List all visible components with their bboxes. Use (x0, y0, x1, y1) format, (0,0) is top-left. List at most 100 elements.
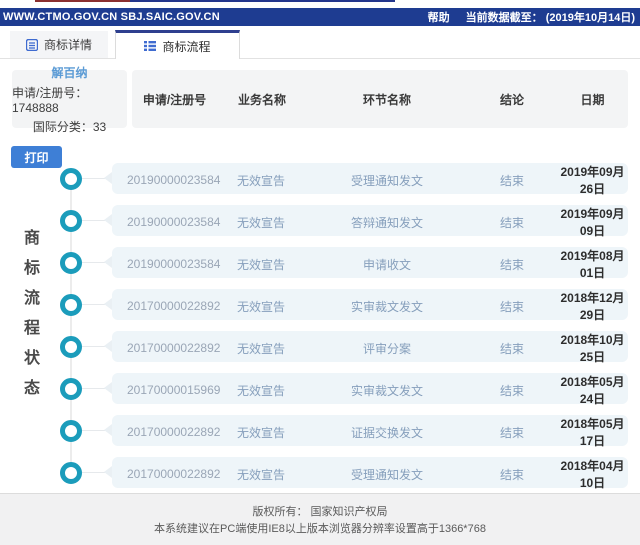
help-link[interactable]: 帮助 (428, 9, 450, 25)
timeline-node-link (82, 220, 106, 221)
timeline-node-circle[interactable] (60, 294, 82, 316)
footer-copyright: 版权所有： 国家知识产权局 (252, 506, 388, 518)
timeline-node-link (82, 388, 106, 389)
row-step: 申请收文 (362, 257, 411, 272)
row-tail-arrow (104, 424, 112, 436)
row-date: 2019年09月26日 (560, 165, 625, 196)
side-title-char: 流 (23, 290, 40, 307)
process-row[interactable]: 20170000022892 无效宣告 实审裁文发文 结束 2018年12月29日 (104, 289, 628, 322)
row-conclusion: 结束 (499, 341, 524, 356)
row-tail-arrow (104, 340, 112, 352)
timeline-node-link (82, 304, 106, 305)
row-business: 无效宣告 (236, 299, 285, 314)
timeline-node-circle[interactable] (60, 252, 82, 274)
row-business: 无效宣告 (236, 383, 285, 398)
timeline-node-circle[interactable] (60, 210, 82, 232)
row-tail-arrow (104, 298, 112, 310)
timeline-node-circle[interactable] (60, 420, 82, 442)
footer: 版权所有： 国家知识产权局 本系统建议在PC端使用IE8以上版本浏览器分辨率设置… (0, 493, 640, 545)
timeline-node-circle[interactable] (60, 168, 82, 190)
row-conclusion: 结束 (499, 257, 524, 272)
tab-label: 商标流程 (162, 39, 211, 54)
trademark-name: 解百纳 (51, 65, 88, 80)
row-date: 2019年09月09日 (560, 207, 625, 238)
process-row[interactable]: 20170000022892 无效宣告 受理通知发文 结束 2018年04月10日 (104, 457, 628, 490)
tab-trademark-details[interactable]: 商标详情 (10, 31, 108, 58)
side-title-process-status: 商标流程状态 (22, 224, 42, 404)
timeline-node-link (82, 472, 106, 473)
data-cutoff-date: 当前数据截至： (2019年10月14日) (465, 12, 635, 24)
row-conclusion: 结束 (499, 299, 524, 314)
list-bullets-icon (144, 41, 157, 51)
top-edge-artifact-blue (130, 0, 395, 2)
row-conclusion: 结束 (499, 383, 524, 398)
row-app-no: 20170000022892 (127, 299, 221, 313)
process-row[interactable]: 20190000023584 无效宣告 答辩通知发文 结束 2019年09月09日 (104, 205, 628, 238)
row-conclusion: 结束 (499, 215, 524, 230)
process-row[interactable]: 20190000023584 无效宣告 受理通知发文 结束 2019年09月26日 (104, 163, 628, 196)
process-row[interactable]: 20190000023584 无效宣告 申请收文 结束 2019年08月01日 (104, 247, 628, 280)
print-button[interactable]: 打印 (11, 146, 62, 168)
col-header-business: 业务名称 (237, 92, 286, 107)
timeline-node-circle[interactable] (60, 462, 82, 484)
row-business: 无效宣告 (236, 425, 285, 440)
document-list-icon (25, 38, 38, 51)
row-tail-arrow (104, 172, 112, 184)
row-business: 无效宣告 (236, 173, 285, 188)
top-bar: WWW.CTMO.GOV.CN SBJ.SAIC.GOV.CN 帮助 当前数据截… (0, 8, 640, 26)
side-title-char: 状 (23, 350, 40, 367)
row-step: 实审裁文发文 (350, 299, 423, 314)
site-urls: WWW.CTMO.GOV.CN SBJ.SAIC.GOV.CN (3, 11, 220, 23)
row-tail-arrow (104, 466, 112, 478)
row-app-no: 20190000023584 (127, 215, 221, 229)
row-app-no: 20170000022892 (127, 467, 221, 481)
row-step: 答辩通知发文 (350, 215, 423, 230)
timeline-node-circle[interactable] (60, 336, 82, 358)
row-app-no: 20170000015969 (127, 383, 221, 397)
top-edge-artifact-red (35, 0, 130, 2)
row-business: 无效宣告 (236, 341, 285, 356)
row-app-no: 20170000022892 (127, 425, 221, 439)
process-row[interactable]: 20170000022892 无效宣告 评审分案 结束 2018年10月25日 (104, 331, 628, 364)
row-business: 无效宣告 (236, 467, 285, 482)
timeline-node-circle[interactable] (60, 378, 82, 400)
tab-label: 商标详情 (43, 38, 92, 52)
col-header-date: 日期 (580, 92, 605, 107)
timeline-node-link (82, 262, 106, 263)
side-title-char: 程 (23, 320, 40, 337)
row-date: 2019年08月01日 (560, 249, 625, 280)
process-row[interactable]: 20170000022892 无效宣告 证据交换发文 结束 2018年05月17日 (104, 415, 628, 448)
row-tail-arrow (104, 214, 112, 226)
side-title-char: 态 (23, 380, 40, 397)
timeline-node-link (82, 346, 106, 347)
row-tail-arrow (104, 256, 112, 268)
row-step: 受理通知发文 (350, 467, 423, 482)
row-app-no: 20190000023584 (127, 173, 221, 187)
row-date: 2018年10月25日 (560, 333, 625, 364)
row-business: 无效宣告 (236, 257, 285, 272)
row-date: 2018年05月24日 (560, 375, 625, 406)
col-header-conclusion: 结论 (499, 92, 524, 107)
timeline-node-link (82, 178, 106, 179)
side-title-char: 标 (23, 260, 40, 277)
col-header-app-no: 申请/注册号 (142, 92, 207, 107)
footer-browser-note: 本系统建议在PC端使用IE8以上版本浏览器分辨率设置高于1366*768 (154, 523, 486, 535)
timeline-node-link (82, 430, 106, 431)
tab-trademark-process[interactable]: 商标流程 (115, 30, 240, 59)
row-step: 受理通知发文 (350, 173, 423, 188)
row-tail-arrow (104, 382, 112, 394)
process-row[interactable]: 20170000015969 无效宣告 实审裁文发文 结束 2018年05月24日 (104, 373, 628, 406)
process-table-header: 申请/注册号 业务名称 环节名称 结论 日期 (132, 70, 628, 128)
side-title-char: 商 (23, 230, 40, 247)
row-step: 评审分案 (362, 341, 411, 356)
row-date: 2018年05月17日 (560, 417, 625, 448)
row-app-no: 20190000023584 (127, 257, 221, 271)
row-conclusion: 结束 (499, 173, 524, 188)
col-header-step: 环节名称 (362, 92, 411, 107)
row-conclusion: 结束 (499, 425, 524, 440)
row-step: 实审裁文发文 (350, 383, 423, 398)
row-date: 2018年12月29日 (560, 291, 625, 322)
trademark-info-card: 解百纳 申请/注册号：1748888 国际分类：33 (12, 66, 127, 134)
row-business: 无效宣告 (236, 215, 285, 230)
row-conclusion: 结束 (499, 467, 524, 482)
